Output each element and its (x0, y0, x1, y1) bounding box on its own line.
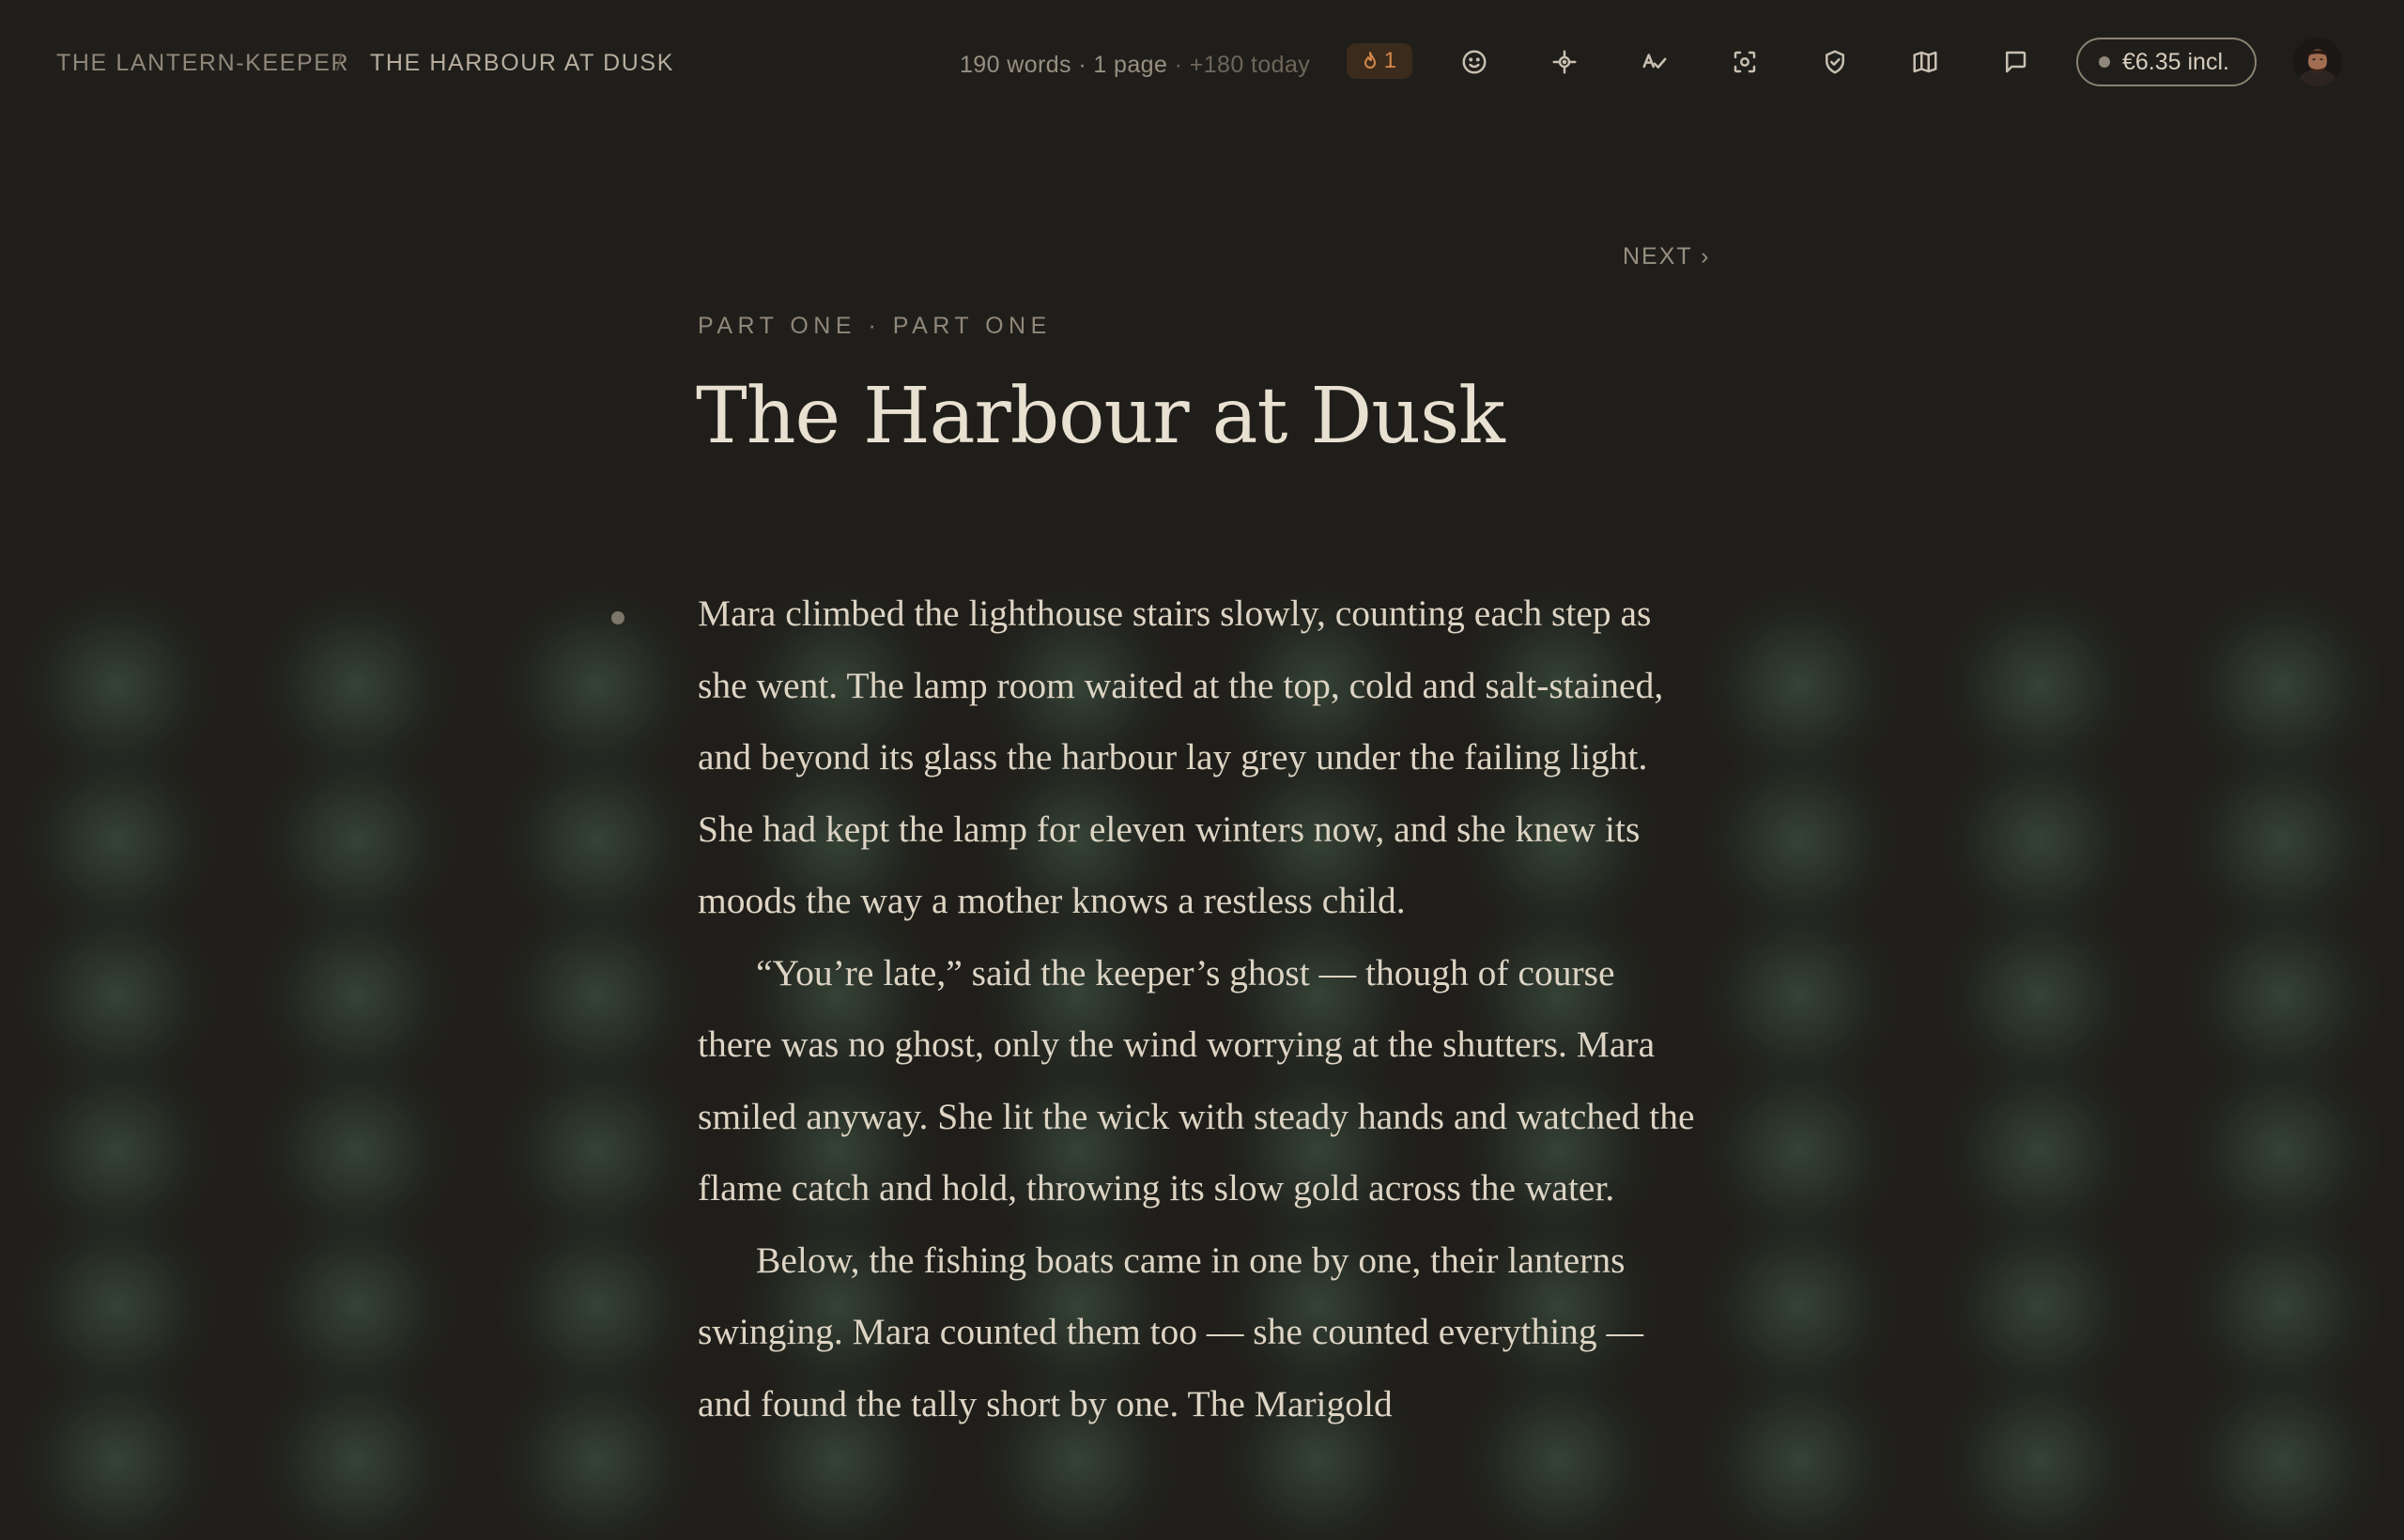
glow-dot (1696, 737, 1903, 944)
glow-dot (1696, 1357, 1903, 1540)
glow-dot (14, 582, 221, 789)
mood-button[interactable] (1454, 41, 1495, 83)
glow-dot (2179, 1357, 2385, 1540)
glow-dot (1936, 1047, 2143, 1254)
word-count-stats: 190 words · 1 page · +180 today (960, 51, 1310, 79)
flame-icon (1364, 52, 1376, 69)
glow-dot (254, 1357, 460, 1540)
map-icon (1913, 51, 1937, 73)
glow-dot (494, 1047, 701, 1254)
glow-dot (254, 1047, 460, 1254)
glow-dot (2179, 582, 2385, 789)
glow-dot (254, 582, 460, 789)
breadcrumb-chapter[interactable]: THE HARBOUR AT DUSK (370, 49, 674, 77)
glow-dot (1936, 1357, 2143, 1540)
next-chapter-link[interactable]: NEXT › (1623, 243, 1711, 270)
glow-dot (494, 737, 701, 944)
map-button[interactable] (1904, 41, 1946, 83)
glow-dot (254, 1202, 460, 1409)
glow-dot (14, 1202, 221, 1409)
spellcheck-icon (1642, 54, 1667, 69)
glow-dot (254, 892, 460, 1099)
chapter-title[interactable]: The Harbour at Dusk (696, 370, 1505, 464)
glow-dot (1696, 1202, 1903, 1409)
comment-icon (2005, 51, 2026, 73)
focus-mode-button[interactable] (1544, 41, 1585, 83)
focus-crosshair-icon (1552, 50, 1577, 74)
glow-dot (494, 1357, 701, 1540)
word-count: 190 words (960, 52, 1071, 78)
breadcrumb-separator: / (336, 50, 345, 76)
stats-separator: · (1174, 52, 1183, 78)
glow-dot (1696, 582, 1903, 789)
smiley-icon (1462, 50, 1487, 74)
glow-dot (1936, 582, 2143, 789)
credits-label: €6.35 incl. (2122, 49, 2229, 75)
glow-dot (14, 1047, 221, 1254)
glow-dot (2179, 737, 2385, 944)
glow-dot (2179, 1047, 2385, 1254)
avatar[interactable] (2293, 38, 2342, 86)
credits-button[interactable]: €6.35 incl. (2076, 38, 2257, 86)
glow-dot (1936, 737, 2143, 944)
glow-dot (494, 892, 701, 1099)
shield-check-icon (1826, 50, 1844, 74)
paragraph[interactable]: Mara climbed the lighthouse stairs slowl… (698, 578, 1698, 937)
glow-dot (1936, 892, 2143, 1099)
streak-count: 1 (1383, 48, 1397, 73)
spellcheck-button[interactable] (1634, 41, 1675, 83)
glow-dot (14, 737, 221, 944)
paragraph-marker[interactable] (611, 611, 624, 624)
glow-dot (1696, 1047, 1903, 1254)
paragraph[interactable]: “You’re late,” said the keeper’s ghost —… (698, 937, 1698, 1224)
page-count: 1 page (1093, 52, 1168, 78)
user-portrait-icon (2293, 38, 2342, 86)
credits-status-dot (2099, 56, 2110, 68)
chapter-kicker: PART ONE · PART ONE (698, 313, 1052, 339)
glow-dot (14, 1357, 221, 1540)
glow-dot (1936, 1202, 2143, 1409)
screenshot-button[interactable] (1724, 41, 1765, 83)
words-today: +180 today (1189, 52, 1311, 78)
top-bar: THE LANTERN-KEEPER / THE HARBOUR AT DUSK… (0, 0, 2404, 128)
breadcrumb-book[interactable]: THE LANTERN-KEEPER (56, 49, 349, 77)
glow-dot (1696, 892, 1903, 1099)
protection-button[interactable] (1814, 41, 1856, 83)
comments-button[interactable] (1995, 41, 2036, 83)
stats-separator: · (1078, 52, 1087, 78)
streak-badge[interactable]: 1 (1347, 43, 1412, 79)
glow-dot (14, 892, 221, 1099)
manuscript-editor[interactable]: Mara climbed the lighthouse stairs slowl… (698, 578, 1698, 1440)
glow-dot (254, 737, 460, 944)
glow-dot (2179, 1202, 2385, 1409)
glow-dot (2179, 892, 2385, 1099)
glow-dot (494, 1202, 701, 1409)
glow-dot (494, 582, 701, 789)
screenshot-icon (1734, 51, 1756, 73)
paragraph[interactable]: Below, the fishing boats came in one by … (698, 1224, 1698, 1440)
